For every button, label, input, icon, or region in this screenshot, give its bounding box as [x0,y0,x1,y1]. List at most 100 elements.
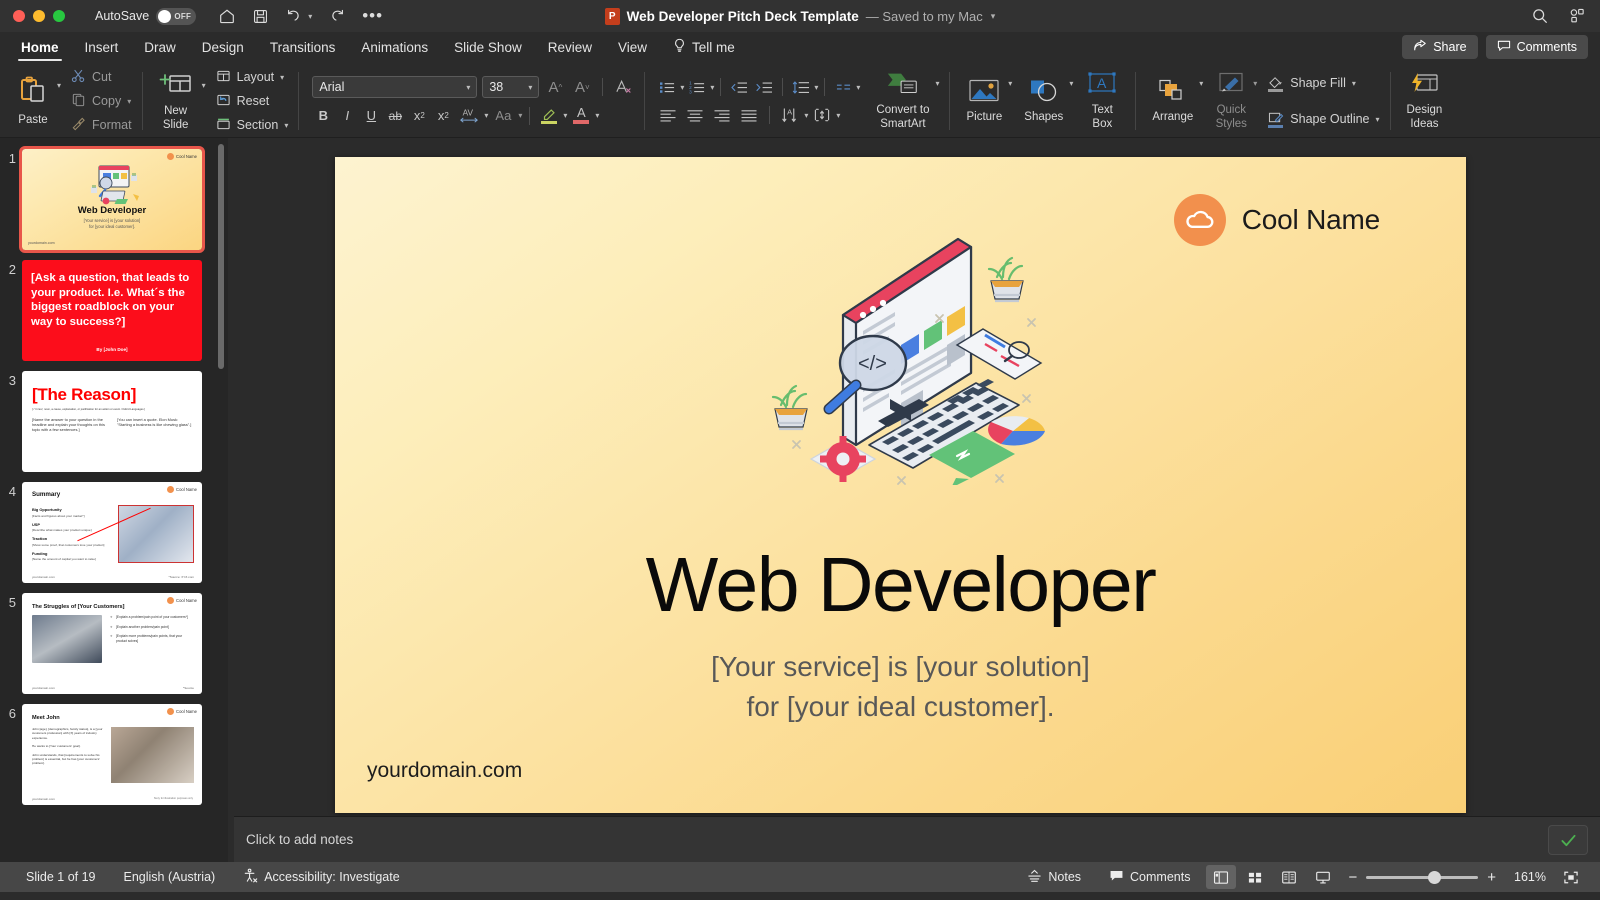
change-case-dropdown-icon[interactable]: ▾ [518,111,522,120]
text-direction-button[interactable]: A [777,105,803,126]
underline-button[interactable]: U [360,105,382,126]
columns-button[interactable] [831,77,855,98]
shape-outline-dropdown-icon[interactable]: ▾ [1376,115,1380,124]
thumbnail-row-4[interactable]: 4 Cool Name Summary Big Opportunity [Fac… [0,477,228,588]
text-direction-dropdown-icon[interactable]: ▾ [804,111,808,120]
autosave-toggle[interactable]: OFF [156,8,196,25]
zoom-slider[interactable]: − + [1348,869,1496,886]
shape-fill-dropdown-icon[interactable]: ▾ [1352,79,1356,88]
slide-subtitle[interactable]: [Your service] is [your solution] for [y… [335,647,1466,727]
superscript-button[interactable]: x2 [408,105,430,126]
slide-domain-text[interactable]: yourdomain.com [367,759,522,783]
slide-count[interactable]: Slide 1 of 19 [12,870,110,884]
clear-formatting-button[interactable] [612,77,634,98]
format-painter-button[interactable]: Format [71,114,132,136]
cut-button[interactable]: Cut [71,66,132,88]
slide-title[interactable]: Web Developer [335,547,1466,624]
thumbnail-row-3[interactable]: 3 [The Reason] [ /ˈriːzən/, noun, a caus… [0,366,228,477]
quick-access-toolbar[interactable]: ▾ ••• [218,7,383,25]
slide-thumbnail-3[interactable]: [The Reason] [ /ˈriːzən/, noun, a cause,… [22,371,202,472]
slide-thumbnail-4[interactable]: Cool Name Summary Big Opportunity [Facts… [22,482,202,583]
align-text-button[interactable] [809,105,835,126]
arrange-button[interactable]: Arrange [1146,76,1199,126]
more-options-icon[interactable]: ••• [362,11,383,21]
justify-button[interactable] [736,105,762,126]
quick-styles-button[interactable]: Quick Styles [1209,69,1253,133]
new-slide-dropdown-icon[interactable]: ▾ [202,81,206,90]
align-left-button[interactable] [655,105,681,126]
tab-view[interactable]: View [605,32,660,62]
window-controls[interactable] [0,10,65,22]
font-family-select[interactable]: Arial ▾ [312,76,477,98]
slide-show-button[interactable] [1308,865,1338,889]
normal-view-button[interactable] [1206,865,1236,889]
notes-confirm-button[interactable] [1548,825,1588,855]
slide-thumbnail-2[interactable]: [Ask a question, that leads to your prod… [22,260,202,361]
picture-dropdown-icon[interactable]: ▾ [1008,79,1012,88]
paste-dropdown-icon[interactable]: ▾ [57,81,61,90]
copy-button[interactable]: Copy ▾ [71,90,132,112]
minimize-window-button[interactable] [33,10,45,22]
new-slide-button[interactable]: New Slide [153,68,199,134]
shapes-dropdown-icon[interactable]: ▾ [1069,79,1073,88]
tab-draw[interactable]: Draw [131,32,189,62]
search-icon[interactable] [1531,7,1549,25]
accessibility-indicator[interactable]: Accessibility: Investigate [229,868,413,886]
align-text-dropdown-icon[interactable]: ▾ [836,111,840,120]
shapes-button[interactable]: Shapes [1018,76,1069,126]
character-spacing-button[interactable]: AV [456,105,482,126]
slide-thumbnail-5[interactable]: Cool Name The Struggles of [Your Custome… [22,593,202,694]
bulleted-list-button[interactable] [655,77,679,98]
copy-dropdown-icon[interactable]: ▾ [127,97,131,106]
slide-thumbnail-pane[interactable]: 1 Cool Name [0,138,228,862]
section-dropdown-icon[interactable]: ▾ [284,121,288,130]
thumbnail-row-5[interactable]: 5 Cool Name The Struggles of [Your Custo… [0,588,228,699]
slide-sorter-button[interactable] [1240,865,1270,889]
decrease-font-size-button[interactable]: A˅ [571,77,593,98]
share-button[interactable]: Share [1402,35,1477,59]
align-right-button[interactable] [709,105,735,126]
paste-button[interactable]: Paste [11,73,55,129]
redo-icon[interactable] [328,7,346,25]
save-icon[interactable] [252,8,269,25]
convert-to-smartart-button[interactable]: Convert to SmartArt [870,69,935,133]
zoom-in-button[interactable]: + [1487,869,1496,886]
shape-outline-button[interactable]: Shape Outline ▾ [1267,108,1379,130]
fit-to-window-button[interactable] [1556,865,1586,889]
tab-home[interactable]: Home [8,32,72,62]
design-ideas-button[interactable]: Design Ideas [1401,69,1449,133]
comments-button[interactable]: Comments [1486,35,1588,59]
shape-fill-button[interactable]: Shape Fill ▾ [1267,72,1379,94]
line-spacing-button[interactable] [789,77,813,98]
font-size-select[interactable]: 38 ▾ [482,76,539,98]
layout-button[interactable]: Layout ▾ [216,66,289,88]
font-color-button[interactable]: A [569,105,593,126]
highlight-dropdown-icon[interactable]: ▾ [563,111,567,120]
chevron-down-icon[interactable]: ▾ [991,11,996,22]
increase-indent-button[interactable] [752,77,776,98]
tab-transitions[interactable]: Transitions [257,32,349,62]
tab-animations[interactable]: Animations [348,32,441,62]
reset-button[interactable]: Reset [216,90,289,112]
smartart-dropdown-icon[interactable]: ▾ [935,79,939,88]
tab-design[interactable]: Design [189,32,257,62]
font-color-dropdown-icon[interactable]: ▾ [595,111,599,120]
subscript-button[interactable]: x2 [432,105,454,126]
layout-dropdown-icon[interactable]: ▾ [280,73,284,82]
increase-font-size-button[interactable]: A^ [544,77,566,98]
text-highlight-color-button[interactable] [537,105,561,126]
reading-view-button[interactable] [1274,865,1304,889]
autosave-control[interactable]: AutoSave OFF [95,8,196,25]
comments-toggle-button[interactable]: Comments [1095,869,1204,885]
columns-dropdown-icon[interactable]: ▾ [856,83,860,92]
strikethrough-button[interactable]: ab [384,105,406,126]
notes-pane[interactable]: Click to add notes [234,816,1600,862]
arrange-dropdown-icon[interactable]: ▾ [1199,79,1203,88]
slide-thumbnail-6[interactable]: Cool Name Meet John John [age], [demogra… [22,704,202,805]
home-icon[interactable] [218,7,236,25]
align-center-button[interactable] [682,105,708,126]
slide-canvas-area[interactable]: </> [234,138,1600,862]
picture-button[interactable]: Picture [960,76,1008,126]
zoom-out-button[interactable]: − [1348,869,1357,886]
zoom-handle[interactable] [1428,871,1441,884]
